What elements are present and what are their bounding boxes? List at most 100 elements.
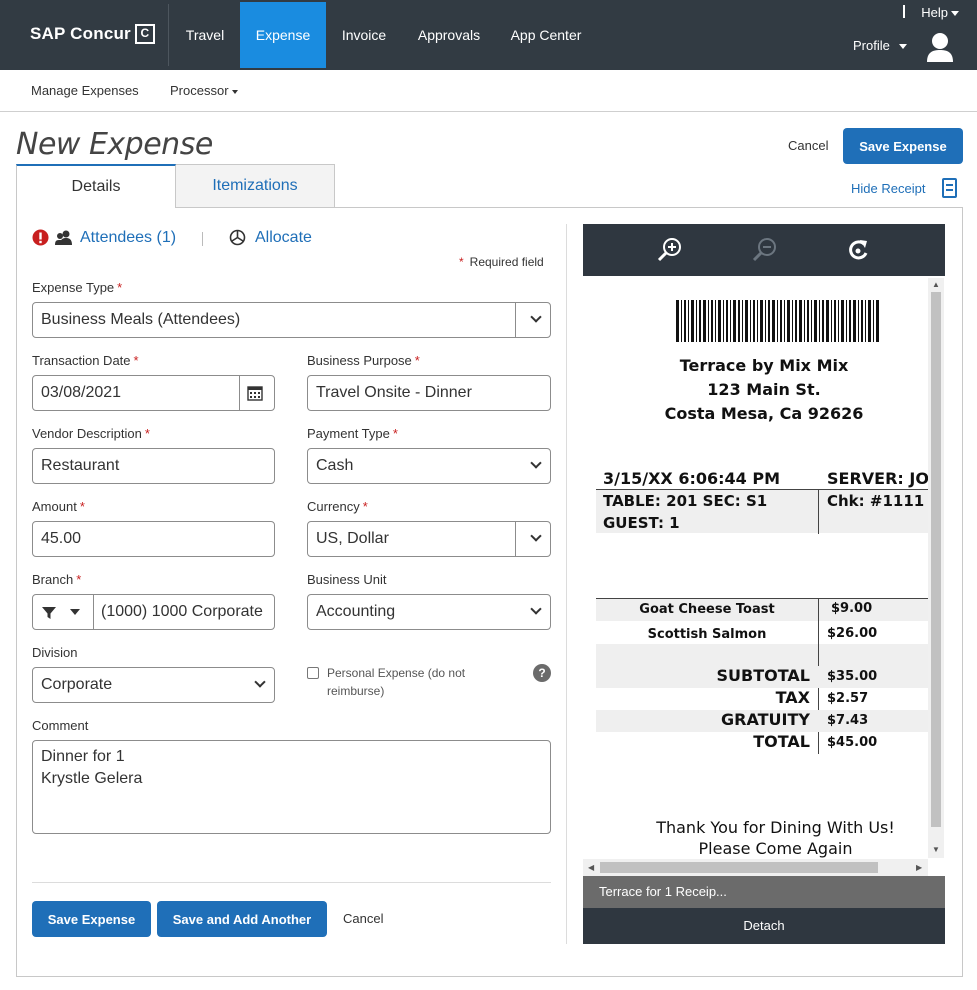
subnav-processor[interactable]: Processor xyxy=(170,83,238,98)
expense-type-label: Expense Type * xyxy=(32,280,123,295)
scroll-down-arrow-icon[interactable]: ▼ xyxy=(932,845,940,854)
nav-tab-expense[interactable]: Expense xyxy=(240,2,326,68)
business-unit-select[interactable]: Accounting xyxy=(307,594,551,630)
detach-button[interactable]: Detach xyxy=(583,908,945,944)
allocate-link[interactable]: Allocate xyxy=(255,229,312,247)
required-field-text: Required field xyxy=(469,255,544,269)
receipt-total-value: $35.00 xyxy=(827,669,878,684)
sub-navigation: Manage Expenses Processor xyxy=(0,70,977,112)
hide-receipt-link[interactable]: Hide Receipt xyxy=(851,181,925,196)
header-cancel-link[interactable]: Cancel xyxy=(788,138,828,153)
division-value: Corporate xyxy=(41,676,113,693)
receipt-address-line2: Costa Mesa, Ca 92626 xyxy=(664,404,864,423)
vendor-description-label: Vendor Description * xyxy=(32,426,150,441)
chevron-down-icon xyxy=(530,457,542,469)
brand-mark-icon: C xyxy=(134,24,155,44)
panel-divider xyxy=(566,224,567,944)
nav-tab-invoice[interactable]: Invoice xyxy=(326,2,402,68)
avatar-icon[interactable] xyxy=(926,31,954,63)
chevron-down-icon xyxy=(254,676,266,688)
vendor-description-value: Restaurant xyxy=(41,457,120,474)
expense-type-value: Business Meals (Attendees) xyxy=(41,311,241,328)
currency-label: Currency * xyxy=(307,499,368,514)
profile-caret-icon xyxy=(898,44,907,50)
receipt-viewer-toolbar xyxy=(583,224,945,276)
branch-field[interactable]: (1000) 1000 Corporate xyxy=(32,594,275,630)
receipt-thanks-line1: Thank You for Dining With Us! xyxy=(656,818,895,837)
nav-tab-approvals[interactable]: Approvals xyxy=(402,2,496,68)
tab-itemizations[interactable]: Itemizations xyxy=(175,164,335,208)
zoom-in-icon[interactable] xyxy=(656,236,684,264)
help-menu[interactable]: Help xyxy=(921,5,959,20)
save-expense-button[interactable]: Save Expense xyxy=(32,901,151,937)
chevron-down-icon xyxy=(530,311,542,323)
vendor-description-field[interactable]: Restaurant xyxy=(32,448,275,484)
receipt-icon[interactable] xyxy=(942,178,957,198)
warning-icon xyxy=(32,229,49,246)
payment-type-value: Cash xyxy=(316,457,354,474)
scroll-right-arrow-icon[interactable]: ▶ xyxy=(916,863,922,872)
receipt-total-label: TAX xyxy=(775,688,810,707)
transaction-date-value: 03/08/2021 xyxy=(41,384,122,401)
branch-label: Branch * xyxy=(32,572,82,587)
receipt-thanks-line2: Please Come Again xyxy=(698,839,853,858)
personal-expense-checkbox[interactable] xyxy=(307,667,319,679)
transaction-date-field[interactable]: 03/08/2021 xyxy=(32,375,275,411)
branch-caret-icon[interactable] xyxy=(70,609,80,615)
help-separator xyxy=(903,5,905,18)
cancel-link[interactable]: Cancel xyxy=(343,911,383,926)
scroll-up-arrow-icon[interactable]: ▲ xyxy=(932,280,940,289)
chevron-down-icon xyxy=(530,530,542,542)
payment-type-label: Payment Type * xyxy=(307,426,398,441)
receipt-total-value: $2.57 xyxy=(827,691,869,706)
calendar-icon[interactable] xyxy=(247,385,263,401)
nav-tab-app-center[interactable]: App Center xyxy=(496,2,596,68)
receipt-vertical-scroll-thumb[interactable] xyxy=(931,292,941,827)
subnav-manage-expenses[interactable]: Manage Expenses xyxy=(31,83,139,98)
save-and-add-another-button[interactable]: Save and Add Another xyxy=(157,901,327,937)
amount-field[interactable]: 45.00 xyxy=(32,521,275,557)
help-caret-icon xyxy=(951,11,959,17)
business-unit-label: Business Unit xyxy=(307,572,387,587)
form-footer-divider xyxy=(32,882,551,883)
receipt-horizontal-scroll-thumb[interactable] xyxy=(600,862,878,873)
business-purpose-field[interactable]: Travel Onsite - Dinner xyxy=(307,375,551,411)
chevron-down-icon xyxy=(530,603,542,615)
link-separator xyxy=(202,232,203,246)
receipt-total-value: $45.00 xyxy=(827,735,878,750)
comment-textarea[interactable]: Dinner for 1 Krystle Gelera xyxy=(32,740,551,834)
processor-caret-icon xyxy=(231,89,238,94)
tab-details[interactable]: Details xyxy=(16,164,176,208)
receipt-server: SERVER: JOH xyxy=(827,469,928,488)
branch-value: (1000) 1000 Corporate xyxy=(101,603,263,620)
division-select[interactable]: Corporate xyxy=(32,667,275,703)
receipt-check-clip: Chk: #1111 xyxy=(827,492,928,511)
receipt-datetime: 3/15/XX 6:06:44 PM xyxy=(603,469,781,488)
currency-select[interactable]: US, Dollar xyxy=(307,521,551,557)
required-asterisk: * xyxy=(459,255,464,269)
top-navigation-bar: SAP Concur C Travel Expense Invoice Appr… xyxy=(0,0,977,70)
help-question-icon[interactable]: ? xyxy=(533,664,551,682)
filter-icon[interactable] xyxy=(42,606,56,620)
attendees-link[interactable]: Attendees (1) xyxy=(80,229,176,247)
required-field-note: * Required field xyxy=(459,255,544,269)
allocate-icon xyxy=(229,229,246,246)
brand-logo[interactable]: SAP Concur C xyxy=(30,24,155,44)
receipt-total-label: SUBTOTAL xyxy=(716,666,810,685)
rotate-icon[interactable] xyxy=(845,236,873,264)
comment-label: Comment xyxy=(32,718,89,733)
division-label: Division xyxy=(32,645,78,660)
brand-divider xyxy=(168,4,169,66)
payment-type-select[interactable]: Cash xyxy=(307,448,551,484)
zoom-out-icon[interactable] xyxy=(751,236,779,264)
nav-tab-travel[interactable]: Travel xyxy=(170,2,240,68)
profile-menu[interactable]: Profile xyxy=(853,38,907,53)
personal-expense-label: Personal Expense (do not reimburse) xyxy=(327,666,466,698)
expense-type-select[interactable]: Business Meals (Attendees) xyxy=(32,302,551,338)
receipt-item-name: Goat Cheese Toast xyxy=(639,602,775,617)
header-save-expense-button[interactable]: Save Expense xyxy=(843,128,963,164)
receipt-vendor-name: Terrace by Mix Mix xyxy=(679,356,849,375)
scroll-left-arrow-icon[interactable]: ◀ xyxy=(588,863,594,872)
receipt-rule xyxy=(818,490,819,534)
business-purpose-value: Travel Onsite - Dinner xyxy=(316,384,472,401)
